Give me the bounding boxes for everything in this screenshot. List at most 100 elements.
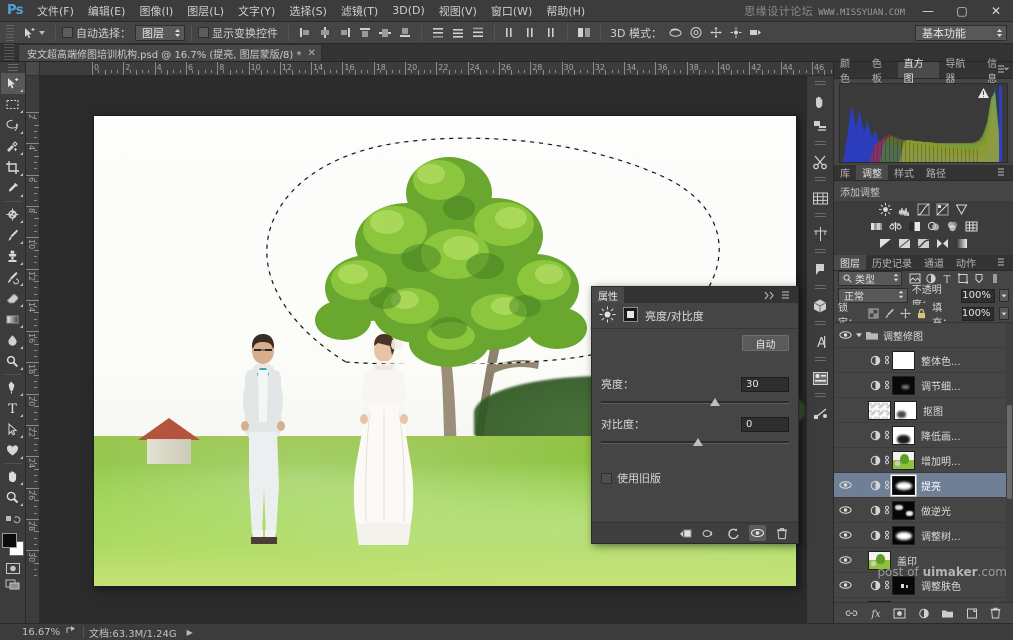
dock-grip-8[interactable]: [815, 357, 826, 363]
distribute-right-icon[interactable]: [541, 24, 561, 42]
ruler-corner[interactable]: [26, 62, 40, 76]
adjustment-layer-thumbnail-icon[interactable]: [868, 455, 882, 466]
contrast-slider[interactable]: [601, 437, 789, 448]
use-legacy-checkbox[interactable]: [601, 473, 612, 484]
menu-select[interactable]: 选择(S): [282, 1, 334, 21]
exposure-icon[interactable]: [934, 202, 951, 217]
layer-mask-thumbnail[interactable]: [892, 351, 915, 370]
tab-actions[interactable]: 动作: [950, 255, 982, 270]
lasso-tool[interactable]: [1, 115, 25, 136]
dock-grip-6[interactable]: [815, 285, 826, 291]
filter-shape-layers-icon[interactable]: [955, 271, 970, 286]
eyedropper-tool[interactable]: [1, 178, 25, 199]
dock-grip-7[interactable]: [815, 321, 826, 327]
tool-preset-caret-icon[interactable]: [39, 31, 45, 35]
rectangular-marquee-tool[interactable]: [1, 94, 25, 115]
layers-panel-menu-icon[interactable]: [997, 258, 1010, 271]
layer-visibility-eye-icon[interactable]: [836, 323, 854, 348]
tab-swatches[interactable]: 色板: [866, 62, 898, 78]
properties-panel[interactable]: 属性 亮度/对比度 自动 亮度： 30: [591, 286, 799, 544]
layer-mask-thumbnail[interactable]: [892, 426, 915, 445]
mask-link-icon[interactable]: [882, 379, 891, 391]
layer-visibility-eye-icon[interactable]: [836, 348, 854, 373]
vertical-ruler[interactable]: 24681012141618202224262830: [26, 76, 40, 623]
layer-filter-toggle[interactable]: [987, 271, 1002, 286]
mask-link-icon[interactable]: [882, 504, 891, 516]
histogram-refresh-warning-icon[interactable]: [978, 88, 989, 99]
timeline-icon[interactable]: [808, 186, 833, 210]
layer-visibility-eye-icon[interactable]: [836, 498, 854, 523]
selective-color-icon[interactable]: [934, 236, 951, 251]
tab-history[interactable]: 历史记录: [866, 255, 918, 270]
layer-row[interactable]: 调整修图: [834, 323, 1013, 348]
screen-mode-toggle[interactable]: [3, 576, 23, 592]
menu-image[interactable]: 图像(I): [132, 1, 180, 21]
type-tool[interactable]: T: [1, 398, 25, 419]
tab-bar-grip[interactable]: [4, 44, 14, 60]
menu-layer[interactable]: 图层(L): [180, 1, 231, 21]
layer-name[interactable]: 调整肤色: [921, 578, 961, 593]
hand-tool[interactable]: [1, 466, 25, 487]
3d-object-icon[interactable]: [808, 294, 833, 318]
menu-filter[interactable]: 滤镜(T): [334, 1, 385, 21]
layer-mask-icon[interactable]: [892, 606, 907, 621]
menu-window[interactable]: 窗口(W): [484, 1, 539, 21]
mask-link-icon[interactable]: [882, 354, 891, 366]
mask-link-icon[interactable]: [882, 454, 891, 466]
contrast-slider-thumb[interactable]: [693, 438, 703, 446]
move-tool[interactable]: [1, 73, 25, 94]
close-button[interactable]: ✕: [979, 0, 1013, 22]
layer-row[interactable]: 调节细...: [834, 373, 1013, 398]
align-right-edges-icon[interactable]: [335, 24, 355, 42]
properties-panel-icon[interactable]: [808, 366, 833, 390]
adjustments-scissors-icon[interactable]: [808, 150, 833, 174]
link-layers-icon[interactable]: [844, 606, 859, 621]
pen-tool[interactable]: [1, 377, 25, 398]
tab-styles[interactable]: 样式: [888, 165, 920, 180]
brush-presets-icon[interactable]: [808, 90, 833, 114]
3d-orbit-icon[interactable]: [666, 24, 686, 42]
black-white-icon[interactable]: [906, 219, 923, 234]
distribute-horizontal-centers-icon[interactable]: [521, 24, 541, 42]
distribute-vertical-centers-icon[interactable]: [448, 24, 468, 42]
layer-name[interactable]: 调整树...: [921, 528, 961, 543]
layer-name[interactable]: 整体色...: [921, 353, 961, 368]
photo-filter-icon[interactable]: [925, 219, 942, 234]
fill-value[interactable]: 100%: [962, 307, 994, 321]
zoom-level[interactable]: 16.67%: [14, 627, 66, 638]
adjustment-layer-thumbnail-icon[interactable]: [868, 430, 882, 441]
brightness-contrast-icon[interactable]: [877, 202, 894, 217]
dodge-tool[interactable]: [1, 351, 25, 372]
fill-slider-caret-icon[interactable]: [999, 307, 1009, 320]
edit-toolbar-button[interactable]: [1, 508, 25, 529]
auto-select-checkbox[interactable]: [62, 27, 73, 38]
dock-grip-2[interactable]: [815, 141, 826, 147]
layer-name[interactable]: 调节细...: [921, 378, 961, 393]
3d-pan-icon[interactable]: [706, 24, 726, 42]
filter-smart-objects-icon[interactable]: [971, 271, 986, 286]
layer-name[interactable]: 盖印: [897, 553, 917, 568]
reset-icon[interactable]: [725, 525, 742, 541]
gradient-tool[interactable]: [1, 309, 25, 330]
history-brush-tool[interactable]: [1, 267, 25, 288]
layer-row[interactable]: 提亮: [834, 473, 1013, 498]
tab-layers[interactable]: 图层: [834, 255, 866, 270]
brush-tool[interactable]: [1, 225, 25, 246]
layer-name[interactable]: 降低画...: [921, 428, 961, 443]
brightness-value[interactable]: 30: [741, 377, 789, 392]
layer-thumbnail[interactable]: [868, 601, 891, 603]
tab-adjustments[interactable]: 调整: [856, 165, 888, 180]
layer-row[interactable]: 柔光加对比: [834, 598, 1013, 602]
new-group-icon[interactable]: [940, 606, 955, 621]
layer-row[interactable]: 调整树...: [834, 523, 1013, 548]
quick-mask-toggle[interactable]: [3, 560, 23, 576]
layer-row[interactable]: 降低画...: [834, 423, 1013, 448]
vibrance-icon[interactable]: [953, 202, 970, 217]
curves-icon[interactable]: [915, 202, 932, 217]
measurement-icon[interactable]: [808, 222, 833, 246]
menu-edit[interactable]: 编辑(E): [81, 1, 133, 21]
options-bar-grip[interactable]: [6, 25, 14, 41]
workspace-dropdown[interactable]: 基本功能: [915, 25, 1007, 41]
tab-navigator[interactable]: 导航器: [939, 62, 981, 78]
mask-link-icon[interactable]: [882, 429, 891, 441]
